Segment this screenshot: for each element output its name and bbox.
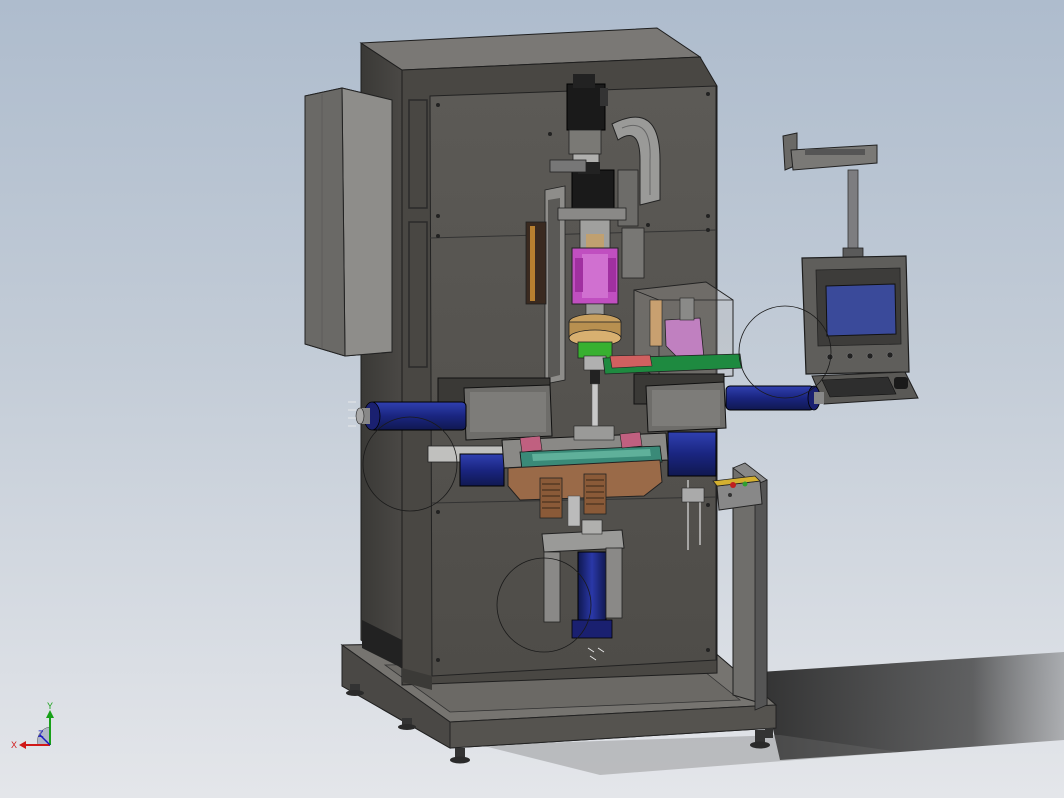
foot-5 (765, 728, 773, 738)
keyboard-tray (811, 371, 919, 405)
coordinate-triad: Y X Z (11, 701, 54, 750)
foot-3 (450, 748, 470, 764)
touch-panel-hmi (801, 255, 910, 375)
left-horizontal-cylinder (355, 401, 467, 431)
magenta-clamp (571, 247, 619, 305)
x-axis-label: X (11, 740, 17, 750)
push-button-box (712, 475, 763, 511)
lower-right-cylinder (667, 431, 717, 477)
electrical-cabinet (304, 87, 393, 357)
sensor-bracket (681, 487, 705, 503)
y-axis-label: Y (47, 701, 53, 711)
machine-assembly-model[interactable]: Y X Z (0, 0, 1064, 798)
cad-viewport[interactable]: Y X Z (0, 0, 1064, 798)
right-cylinder-housing (633, 373, 727, 433)
z-axis-label: Z (38, 729, 44, 739)
monitor-arm (782, 132, 878, 259)
right-horizontal-cylinder (725, 385, 824, 411)
